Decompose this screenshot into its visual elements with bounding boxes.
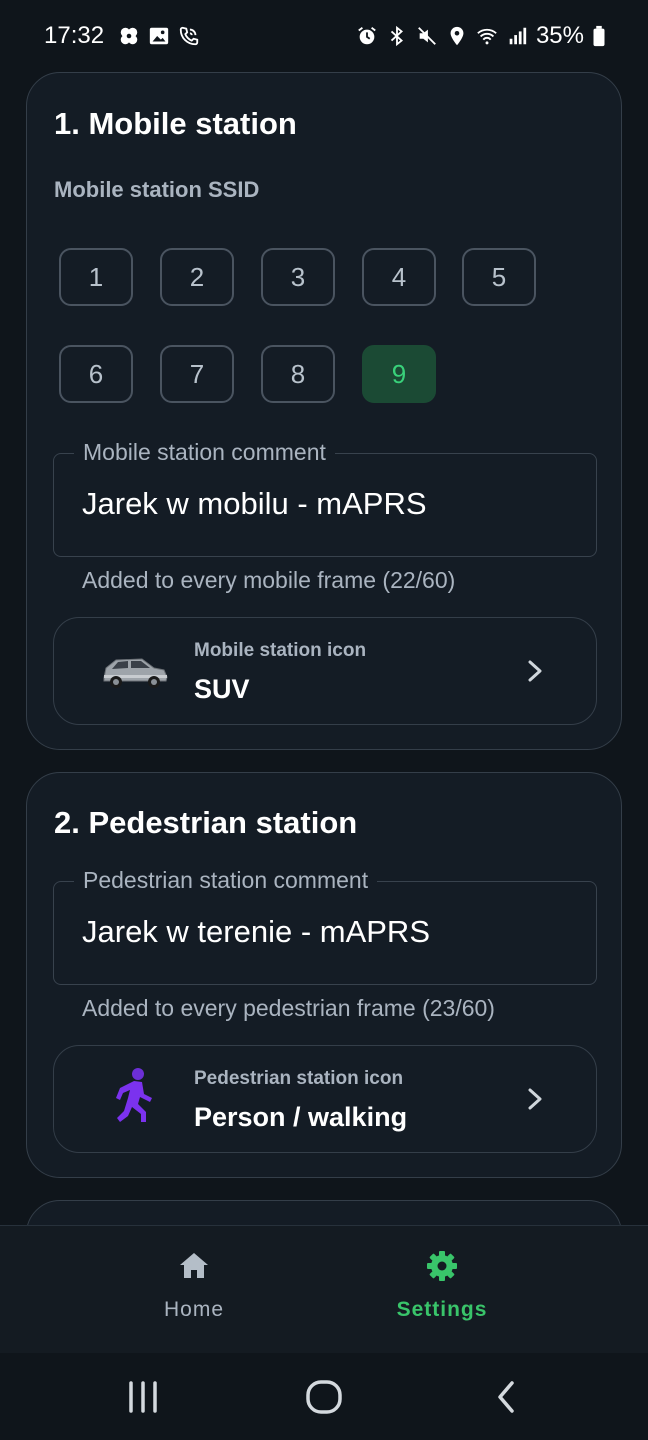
pedestrian-icon-label: Pedestrian station icon — [194, 1068, 404, 1089]
ssid-option-5[interactable]: 5 — [462, 248, 536, 306]
nav-home[interactable]: Home — [94, 1226, 294, 1354]
mobile-comment-value[interactable]: Jarek w mobilu - mAPRS — [82, 486, 427, 522]
pedestrian-comment-helper: Added to every pedestrian frame (23/60) — [82, 995, 495, 1021]
ssid-label: Mobile station SSID — [54, 177, 260, 202]
ssid-option-9-selected[interactable]: 9 — [362, 345, 436, 403]
nav-settings-label: Settings — [396, 1298, 488, 1321]
home-circle-icon[interactable] — [302, 1375, 346, 1419]
mobile-icon-label: Mobile station icon — [194, 640, 367, 661]
nav-settings[interactable]: Settings — [342, 1226, 542, 1354]
mobile-icon-selector[interactable]: Mobile station icon SUV — [53, 617, 597, 725]
mute-icon — [416, 25, 438, 47]
mobile-comment-label: Mobile station comment — [74, 439, 335, 466]
suv-car-icon — [98, 646, 172, 694]
alarm-icon — [356, 25, 378, 47]
mobile-station-title: 1. Mobile station — [54, 106, 297, 141]
bottom-navigation: Home Settings — [0, 1225, 648, 1353]
pedestrian-icon-selector[interactable]: Pedestrian station icon Person / walking — [53, 1045, 597, 1153]
status-time: 17:32 — [44, 22, 105, 49]
pedestrian-station-title: 2. Pedestrian station — [54, 805, 358, 840]
ssid-option-3[interactable]: 3 — [261, 248, 335, 306]
pinwheel-icon — [118, 25, 140, 47]
status-left: 17:32 — [44, 22, 200, 50]
ssid-option-7[interactable]: 7 — [160, 345, 234, 403]
bluetooth-icon — [386, 25, 408, 47]
mobile-station-card: 1. Mobile station Mobile station SSID 1 … — [26, 72, 622, 750]
pedestrian-icon-value: Person / walking — [194, 1102, 408, 1132]
status-right: 35% — [356, 22, 606, 50]
pedestrian-comment-label: Pedestrian station comment — [74, 867, 378, 894]
pedestrian-station-card: 2. Pedestrian station Pedestrian station… — [26, 772, 622, 1178]
pedestrian-comment-value[interactable]: Jarek w terenie - mAPRS — [82, 914, 430, 950]
mobile-icon-value: SUV — [194, 674, 250, 704]
battery-percent: 35% — [535, 22, 584, 49]
ssid-option-2[interactable]: 2 — [160, 248, 234, 306]
back-icon[interactable] — [484, 1375, 528, 1419]
location-icon — [446, 25, 468, 47]
wifi-call-icon — [178, 25, 200, 47]
ssid-option-8[interactable]: 8 — [261, 345, 335, 403]
image-icon — [148, 25, 170, 47]
home-icon — [176, 1248, 212, 1284]
mobile-comment-field[interactable]: Mobile station comment Jarek w mobilu - … — [53, 439, 597, 557]
chevron-right-icon — [524, 1086, 546, 1112]
wifi-icon — [476, 25, 498, 47]
mobile-comment-helper: Added to every mobile frame (22/60) — [82, 567, 456, 593]
ssid-option-4[interactable]: 4 — [362, 248, 436, 306]
status-bar: 17:32 35% — [0, 0, 648, 72]
recents-icon[interactable] — [121, 1375, 165, 1419]
pedestrian-comment-field[interactable]: Pedestrian station comment Jarek w teren… — [53, 867, 597, 985]
signal-icon — [506, 25, 528, 47]
ssid-option-6[interactable]: 6 — [59, 345, 133, 403]
nav-home-label: Home — [163, 1298, 225, 1321]
person-walking-icon — [108, 1066, 160, 1126]
gear-icon — [424, 1248, 460, 1284]
chevron-right-icon — [524, 658, 546, 684]
system-navigation-bar — [0, 1353, 648, 1440]
ssid-option-1[interactable]: 1 — [59, 248, 133, 306]
battery-icon — [592, 25, 606, 47]
